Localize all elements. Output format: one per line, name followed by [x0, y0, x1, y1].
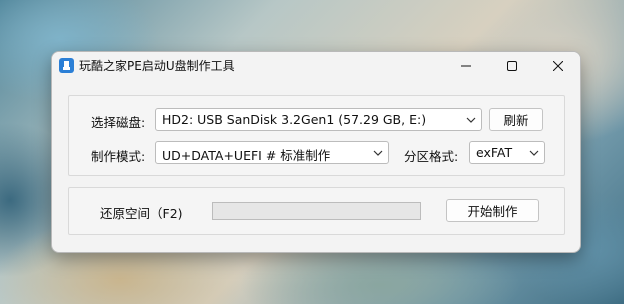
settings-group: 选择磁盘: HD2: USB SanDisk 3.2Gen1 (57.29 GB…	[68, 95, 565, 176]
disk-select-value: HD2: USB SanDisk 3.2Gen1 (57.29 GB, E:)	[162, 112, 427, 127]
partition-select-value: exFAT	[476, 145, 513, 160]
partition-select[interactable]: exFAT	[469, 141, 545, 164]
app-icon	[59, 58, 74, 73]
minimize-button[interactable]	[443, 52, 489, 79]
start-button[interactable]: 开始制作	[446, 199, 539, 222]
partition-label: 分区格式:	[404, 149, 459, 164]
maximize-icon	[507, 60, 517, 71]
close-icon	[553, 60, 563, 71]
chevron-down-icon	[529, 150, 539, 156]
progress-bar	[212, 202, 421, 220]
mode-select[interactable]: UD+DATA+UEFI # 标准制作	[155, 141, 389, 164]
app-window: 玩酷之家PE启动U盘制作工具 选择磁盘: HD2: USB SanDisk 3.…	[51, 51, 581, 253]
chevron-down-icon	[373, 150, 383, 156]
disk-select[interactable]: HD2: USB SanDisk 3.2Gen1 (57.29 GB, E:)	[155, 108, 482, 131]
mode-label: 制作模式:	[91, 149, 146, 164]
close-button[interactable]	[535, 52, 580, 79]
minimize-icon	[461, 65, 471, 66]
action-group: 还原空间（F2) 开始制作	[68, 187, 565, 235]
mode-select-value: UD+DATA+UEFI # 标准制作	[162, 148, 331, 163]
restore-space-button[interactable]: 还原空间（F2)	[100, 203, 183, 222]
maximize-button[interactable]	[489, 52, 535, 79]
disk-label: 选择磁盘:	[91, 115, 146, 130]
window-title: 玩酷之家PE启动U盘制作工具	[79, 59, 235, 73]
refresh-button[interactable]: 刷新	[489, 108, 543, 131]
title-bar[interactable]: 玩酷之家PE启动U盘制作工具	[52, 52, 580, 79]
chevron-down-icon	[466, 117, 476, 123]
